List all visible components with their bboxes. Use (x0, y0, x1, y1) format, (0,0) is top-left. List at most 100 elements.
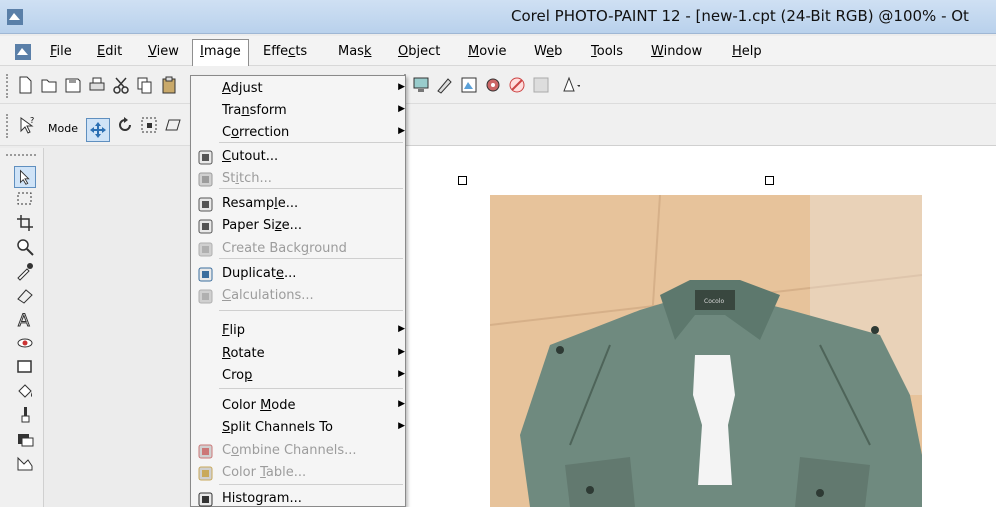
save-icon[interactable] (62, 74, 84, 96)
image-menu-dropdown: Adjust ▶ Transform ▶ Correction ▶ Cutout... Sti… (190, 75, 406, 507)
menu-item-paper-size[interactable]: Paper Size... (191, 215, 405, 237)
paper-size-icon (197, 218, 214, 235)
crop-tool-icon[interactable] (14, 212, 36, 234)
standard-toolbar (0, 66, 996, 104)
submenu-arrow-icon: ▶ (398, 399, 405, 409)
copy-icon[interactable] (134, 74, 156, 96)
new-document-icon[interactable] (14, 74, 36, 96)
text-tool-icon[interactable]: A (14, 308, 36, 331)
shirt-label-text: Cocolo (704, 298, 724, 305)
menu-item-label: Split Channels To (222, 420, 333, 435)
submenu-arrow-icon: ▶ (398, 82, 405, 92)
red-eye-tool-icon[interactable] (14, 332, 36, 354)
launch-icon[interactable] (558, 74, 580, 96)
eyedropper-tool-icon[interactable] (14, 260, 36, 282)
menu-movie[interactable]: Movie (468, 44, 506, 59)
menu-item-label: Stitch... (222, 171, 272, 186)
menu-item-split-channels-to[interactable]: Split Channels To ▶ (191, 417, 405, 439)
duplicate-icon (197, 266, 214, 283)
menu-tools[interactable]: Tools (591, 44, 623, 59)
menu-web[interactable]: Web (534, 44, 562, 59)
toolbox-grip[interactable] (6, 154, 36, 156)
rectangle-tool-icon[interactable] (14, 356, 36, 378)
menu-mask[interactable]: Mask (338, 44, 372, 59)
submenu-arrow-icon: ▶ (398, 369, 405, 379)
calculations-icon (197, 288, 214, 305)
shirt-photo: Cocolo (490, 195, 922, 507)
menu-item-label: Adjust (222, 81, 263, 96)
move-mode-button[interactable] (86, 118, 110, 142)
menu-item-label: Flip (222, 323, 245, 338)
menu-item-duplicate[interactable]: Duplicate... (191, 263, 405, 285)
menu-item-label: Combine Channels... (222, 443, 357, 458)
image-sprayer-icon[interactable] (14, 428, 36, 450)
toolbar-grip[interactable] (6, 114, 8, 138)
scale-mode-icon[interactable] (138, 114, 160, 136)
skew-mode-icon[interactable] (162, 114, 184, 136)
menu-help[interactable]: Help (732, 44, 762, 59)
menu-item-stitch: Stitch... (191, 168, 405, 190)
effect-tool-icon[interactable] (458, 74, 480, 96)
menu-window[interactable]: Window (651, 44, 702, 59)
menu-item-label: Transform (222, 103, 287, 118)
title-bar: Corel PHOTO-PAINT 12 - [new-1.cpt (24-Bi… (0, 0, 996, 34)
menu-item-label: Create Background (222, 241, 347, 256)
pick-tool-icon[interactable] (14, 166, 36, 188)
menu-item-histogram[interactable]: Histogram... (191, 488, 405, 507)
menu-effects[interactable]: Effects (263, 44, 307, 59)
disabled-tool-icon[interactable] (530, 74, 552, 96)
menu-separator (219, 310, 403, 311)
menu-item-adjust[interactable]: Adjust ▶ (191, 78, 405, 100)
menu-separator (219, 388, 403, 389)
menu-image[interactable]: Image (192, 39, 249, 66)
zoom-tool-icon[interactable] (14, 236, 36, 258)
menu-item-color-table: Color Table... (191, 462, 405, 484)
menu-item-cutout[interactable]: Cutout... (191, 146, 405, 168)
menu-item-flip[interactable]: Flip ▶ (191, 320, 405, 342)
color-effect-icon[interactable] (482, 74, 504, 96)
document-control-icon[interactable] (14, 43, 32, 61)
toolbox: A (0, 148, 44, 507)
shirt-photo-image: Cocolo (490, 195, 922, 507)
resample-icon (197, 196, 214, 213)
paint-tool-icon[interactable] (14, 404, 36, 426)
menu-item-label: Duplicate... (222, 266, 297, 281)
rectangle-mask-tool-icon[interactable] (14, 188, 36, 210)
stitch-icon (197, 171, 214, 188)
fill-tool-icon[interactable] (14, 380, 36, 402)
toolbar-grip[interactable] (6, 74, 8, 98)
display-icon[interactable] (410, 74, 432, 96)
corel-app-icon[interactable] (6, 8, 24, 26)
menu-item-calculations: Calculations... (191, 285, 405, 307)
combine-channels-icon (197, 443, 214, 460)
cut-icon[interactable] (110, 74, 132, 96)
menu-item-label: Color Table... (222, 465, 307, 480)
selection-handle-top-left[interactable] (458, 176, 467, 185)
menu-item-label: Color Mode (222, 398, 296, 413)
print-icon[interactable] (86, 74, 108, 96)
menu-file[interactable]: File (50, 44, 72, 59)
menu-item-label: Histogram... (222, 491, 302, 506)
eraser-tool-icon[interactable] (14, 284, 36, 306)
paste-icon[interactable] (158, 74, 180, 96)
pen-tool-icon[interactable] (434, 74, 456, 96)
menu-item-label: Resample... (222, 196, 299, 211)
rotate-mode-icon[interactable] (114, 114, 136, 136)
menu-item-correction[interactable]: Correction ▶ (191, 122, 405, 144)
effect-tool-icon[interactable] (14, 452, 36, 474)
help-pointer-icon[interactable]: ? (16, 114, 38, 136)
menu-item-rotate[interactable]: Rotate ▶ (191, 343, 405, 365)
menu-item-transform[interactable]: Transform ▶ (191, 100, 405, 122)
submenu-arrow-icon: ▶ (398, 347, 405, 357)
menu-item-color-mode[interactable]: Color Mode ▶ (191, 395, 405, 417)
menu-item-resample[interactable]: Resample... (191, 193, 405, 215)
menu-view[interactable]: View (148, 44, 179, 59)
svg-text:?: ? (30, 116, 34, 125)
menu-item-crop[interactable]: Crop ▶ (191, 365, 405, 387)
open-document-icon[interactable] (38, 74, 60, 96)
remove-effect-icon[interactable] (506, 74, 528, 96)
selection-handle-top-center[interactable] (765, 176, 774, 185)
menu-item-combine-channels: Combine Channels... (191, 440, 405, 462)
menu-object[interactable]: Object (398, 44, 440, 59)
menu-edit[interactable]: Edit (97, 44, 122, 59)
